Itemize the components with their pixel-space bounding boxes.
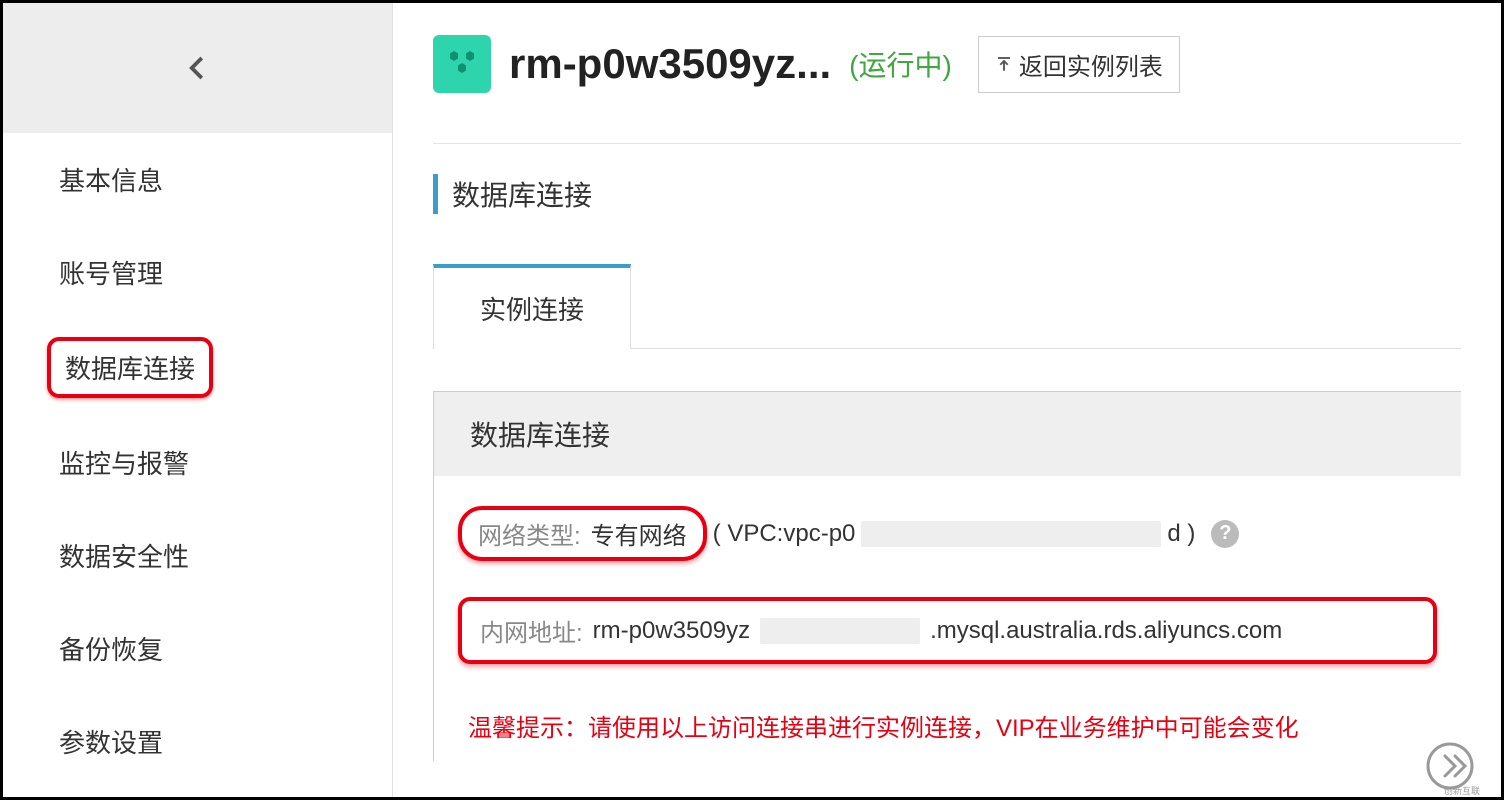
back-to-instance-list-button[interactable]: 返回实例列表: [978, 36, 1180, 93]
intranet-suffix: .mysql.australia.rds.aliyuncs.com: [930, 617, 1282, 645]
sidebar: 基本信息 账号管理 数据库连接 监控与报警 数据安全性 备份恢复 参数设置: [3, 3, 393, 797]
sidebar-item-account-management[interactable]: 账号管理: [3, 226, 392, 319]
hexagon-cluster-icon: [446, 51, 478, 77]
svg-text:创新互联: 创新互联: [1444, 785, 1480, 796]
upload-icon: [995, 55, 1013, 73]
tab-instance-connection[interactable]: 实例连接: [433, 264, 631, 349]
page-title: rm-p0w3509yz...: [509, 40, 831, 88]
sidebar-item-label: 账号管理: [59, 259, 163, 289]
sidebar-item-backup-restore[interactable]: 备份恢复: [3, 602, 392, 695]
intranet-address-highlight: 内网地址: rm-p0w3509yz .mysql.australia.rds.…: [458, 597, 1437, 664]
sidebar-item-basic-info[interactable]: 基本信息: [3, 133, 392, 226]
sidebar-item-label: 数据库连接: [65, 354, 195, 384]
network-type-label: 网络类型:: [478, 516, 581, 551]
chevron-left-icon: [183, 53, 213, 83]
panel-header: 数据库连接: [434, 392, 1461, 476]
watermark-logo: 创新互联: [1420, 738, 1504, 800]
back-button-label: 返回实例列表: [1019, 47, 1163, 82]
connection-panel: 数据库连接 网络类型: 专有网络 ( VPC:vpc-p0 d ) ? 内网地址…: [433, 391, 1461, 761]
sidebar-item-label: 备份恢复: [59, 635, 163, 665]
help-icon[interactable]: ?: [1211, 520, 1239, 548]
network-type-highlight: 网络类型: 专有网络: [458, 506, 707, 561]
sidebar-item-parameter-settings[interactable]: 参数设置: [3, 695, 392, 788]
intranet-label: 内网地址:: [480, 613, 583, 648]
intranet-masked: [760, 618, 920, 644]
status-badge: (运行中): [849, 44, 952, 84]
sidebar-item-label: 基本信息: [59, 166, 163, 196]
tab-label: 实例连接: [480, 295, 584, 325]
sidebar-item-label: 监控与报警: [59, 449, 189, 479]
warning-text: 温馨提示：请使用以上访问连接串进行实例连接，VIP在业务维护中可能会变化: [458, 700, 1437, 751]
network-type-value: 专有网络: [591, 516, 687, 551]
sidebar-item-monitoring-alarm[interactable]: 监控与报警: [3, 416, 392, 509]
page-header: rm-p0w3509yz... (运行中) 返回实例列表: [433, 35, 1461, 144]
intranet-address-row: 内网地址: rm-p0w3509yz .mysql.australia.rds.…: [458, 597, 1437, 664]
sidebar-back-button[interactable]: [3, 3, 392, 133]
tabs: 实例连接: [433, 264, 1461, 349]
database-product-icon: [433, 35, 491, 93]
network-type-row: 网络类型: 专有网络 ( VPC:vpc-p0 d ) ?: [458, 506, 1437, 561]
vpc-id-masked: [861, 521, 1161, 547]
sidebar-item-label: 数据安全性: [59, 542, 189, 572]
intranet-prefix: rm-p0w3509yz: [593, 617, 750, 645]
sidebar-item-database-connection[interactable]: 数据库连接: [47, 337, 213, 398]
main-content: rm-p0w3509yz... (运行中) 返回实例列表 数据库连接 实例连接 …: [393, 3, 1501, 797]
section-title: 数据库连接: [433, 174, 1461, 214]
vpc-suffix: d ): [1167, 520, 1195, 548]
sidebar-item-data-security[interactable]: 数据安全性: [3, 509, 392, 602]
vpc-prefix: ( VPC:vpc-p0: [713, 520, 856, 548]
sidebar-item-label: 参数设置: [59, 728, 163, 758]
panel-body: 网络类型: 专有网络 ( VPC:vpc-p0 d ) ? 内网地址: rm-p…: [434, 476, 1461, 761]
